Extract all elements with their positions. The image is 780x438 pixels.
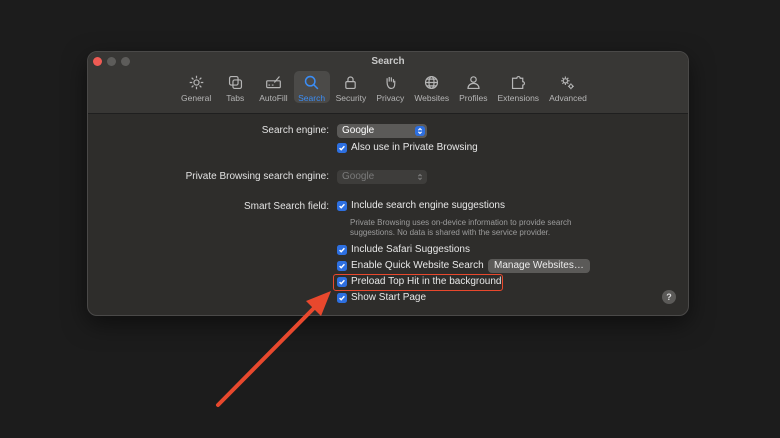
- gear-icon: [189, 75, 203, 90]
- include-suggestions-label: Include search engine suggestions: [351, 200, 505, 211]
- tab-privacy[interactable]: Privacy: [372, 71, 408, 103]
- private-search-engine-label: Private Browsing search engine:: [185, 171, 329, 182]
- tab-label: General: [181, 93, 212, 103]
- tab-label: Advanced: [549, 93, 587, 103]
- show-start-page-row[interactable]: Show Start Page: [337, 292, 426, 303]
- also-private-row[interactable]: Also use in Private Browsing: [337, 142, 478, 153]
- tab-advanced[interactable]: Advanced: [545, 71, 591, 103]
- lock-icon: [345, 76, 357, 90]
- search-engine-label: Search engine:: [261, 125, 329, 136]
- include-suggestions-row[interactable]: Include search engine suggestions: [337, 200, 505, 211]
- checkbox-checked[interactable]: [337, 244, 347, 255]
- also-private-label: Also use in Private Browsing: [351, 142, 478, 153]
- private-helper-text: Private Browsing uses on-device informat…: [350, 218, 572, 237]
- tab-general[interactable]: General: [177, 71, 215, 103]
- chevron-updown-icon: [415, 126, 425, 136]
- tab-tabs[interactable]: Tabs: [217, 71, 253, 103]
- checkmark-icon: [339, 145, 345, 151]
- preferences-window: Search General Tabs AutoFill Search Secu…: [87, 51, 689, 316]
- puzzle-icon: [511, 76, 525, 90]
- person-icon: [467, 76, 480, 90]
- autofill-icon: [266, 76, 281, 89]
- tab-label: Profiles: [459, 93, 488, 103]
- smart-search-label: Smart Search field:: [243, 201, 329, 212]
- quick-website-search-label: Enable Quick Website Search: [351, 260, 484, 271]
- tab-label: Websites: [414, 93, 450, 103]
- private-search-engine-value: Google: [342, 171, 375, 182]
- tab-extensions[interactable]: Extensions: [493, 71, 543, 103]
- checkmark-icon: [339, 263, 345, 269]
- help-button[interactable]: ?: [662, 290, 676, 304]
- tab-label: Tabs: [226, 93, 245, 103]
- show-start-page-label: Show Start Page: [351, 292, 427, 303]
- tabs-icon: [228, 75, 242, 90]
- tab-label: Search: [298, 93, 326, 103]
- manage-websites-button[interactable]: Manage Websites…: [488, 259, 590, 273]
- private-search-engine-select: Google: [337, 170, 427, 184]
- tab-label: Extensions: [497, 93, 540, 103]
- checkbox-checked[interactable]: [337, 292, 347, 303]
- window-title: Search: [371, 56, 405, 67]
- chevron-updown-icon: [415, 172, 425, 182]
- search-engine-select[interactable]: Google: [337, 124, 427, 138]
- search-engine-value: Google: [342, 125, 375, 136]
- search-icon: [304, 75, 319, 90]
- safari-suggestions-label: Include Safari Suggestions: [351, 244, 470, 255]
- hand-icon: [386, 76, 396, 90]
- checkmark-icon: [339, 247, 345, 253]
- checkbox-checked[interactable]: [337, 260, 347, 271]
- tab-search[interactable]: Search: [293, 71, 330, 103]
- tab-label: Privacy: [376, 93, 405, 103]
- highlight-box: [333, 274, 503, 291]
- tab-label: Security: [335, 93, 367, 103]
- tab-websites[interactable]: Websites: [410, 71, 453, 103]
- checkbox-checked[interactable]: [337, 200, 347, 211]
- checkbox-checked[interactable]: [337, 142, 347, 153]
- checkmark-icon: [339, 295, 345, 301]
- globe-icon: [425, 75, 439, 90]
- tab-autofill[interactable]: AutoFill: [255, 71, 291, 103]
- search-preferences-pane: Search engine: Google Also use in Privat…: [88, 114, 688, 315]
- tab-label: AutoFill: [259, 93, 288, 103]
- tab-security[interactable]: Security: [332, 71, 371, 103]
- safari-suggestions-row[interactable]: Include Safari Suggestions: [337, 244, 470, 255]
- gears-icon: [561, 76, 575, 90]
- title-bar: Search General Tabs AutoFill Search Secu…: [88, 52, 688, 114]
- quick-website-search-row[interactable]: Enable Quick Website Search: [337, 260, 484, 271]
- arrow-shaft: [216, 304, 318, 407]
- checkmark-icon: [339, 203, 345, 209]
- preferences-toolbar: General Tabs AutoFill Search Security Pr…: [177, 71, 593, 103]
- tab-profiles[interactable]: Profiles: [455, 71, 491, 103]
